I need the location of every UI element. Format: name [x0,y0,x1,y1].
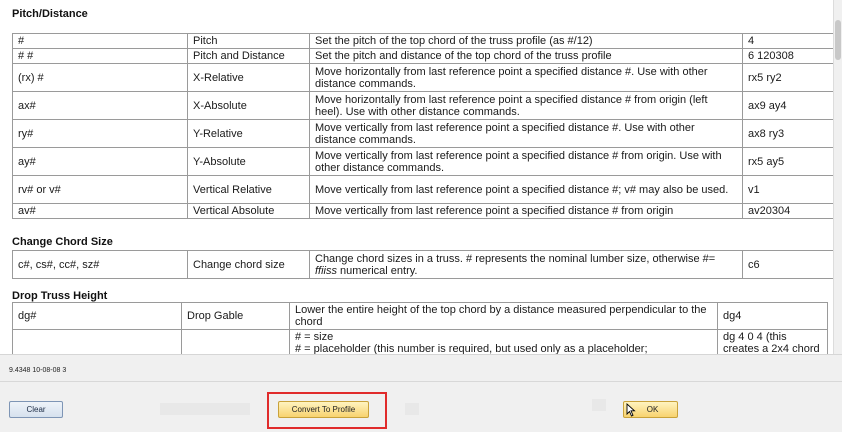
command-description: Move vertically from last reference poin… [309,203,743,219]
command-name: Vertical Relative [187,175,310,204]
section-title-pitch-distance: Pitch/Distance [12,8,88,20]
mouse-pointer-icon [626,403,636,417]
command-example: ax8 ry3 [742,119,841,148]
command-example: v1 [742,175,841,204]
description-line: # = placeholder (this number is required… [295,343,648,354]
vertical-scrollbar[interactable] [833,0,842,354]
command-example: rx5 ay5 [742,147,841,176]
command-example: dg4 [717,302,828,330]
command-name: Y-Absolute [187,147,310,176]
command-description: Set the pitch of the top chord of the tr… [309,33,743,49]
command-description: Change chord sizes in a truss. # represe… [309,250,743,279]
table-row: dg# Drop Gable Lower the entire height o… [12,302,828,330]
table-row: (rx) # X-Relative Move horizontally from l… [12,63,841,92]
description-line: # = size [295,331,334,343]
description-italic-text: ffiiss [315,264,337,277]
table-row: ax# X-Absolute Move horizontally from last… [12,91,841,120]
command-name: Drop Gable [181,302,290,330]
command-code: c#, cs#, cc#, sz# [12,250,188,279]
command-code: ry# [12,119,188,148]
reference-content: Pitch/Distance # Pitch Set the pitch of th… [0,0,842,354]
command-code: ax# [12,91,188,120]
command-name: Pitch and Distance [187,48,310,64]
command-description: Lower the entire height of the top chord… [289,302,718,330]
command-description: Move vertically from last reference poin… [309,175,743,204]
clear-button[interactable]: Clear [9,401,63,418]
command-example: 6 120308 [742,48,841,64]
command-code: dg# [12,302,182,330]
table-row: c#, cs#, cc#, sz# Change chord size Chan… [12,250,841,279]
scrollbar-thumb[interactable] [835,20,841,60]
command-code: rv# or v# [12,175,188,204]
command-name [181,329,290,354]
command-example: rx5 ry2 [742,63,841,92]
section-title-change-chord-size: Change Chord Size [12,236,113,248]
command-description: Set the pitch and distance of the top ch… [309,48,743,64]
command-code: av# [12,203,188,219]
table-row: # # Pitch and Distance Set the pitch and d… [12,48,841,64]
command-name: Change chord size [187,250,310,279]
table-row: ry# Y-Relative Move vertically from last r… [12,119,841,148]
table-row: ay# Y-Absolute Move vertically from last r… [12,147,841,176]
command-code: (rx) # [12,63,188,92]
table-row: rv# or v# Vertical Relative Move verticall… [12,175,841,204]
ok-button-label: OK [646,405,659,414]
pitch-distance-table: # Pitch Set the pitch of the top chord of … [12,33,841,219]
command-example: dg 4 0 4 (this creates a 2x4 chord [717,329,828,354]
command-code: ay# [12,147,188,176]
command-example: av20304 [742,203,841,219]
faded-text-artifact [405,403,419,415]
command-example: ax9 ay4 [742,91,841,120]
convert-to-profile-button[interactable]: Convert To Profile [278,401,369,418]
command-description: # = size # = placeholder (this number is… [289,329,718,354]
command-description: Move horizontally from last reference po… [309,63,743,92]
section-title-drop-truss-height: Drop Truss Height [12,290,108,302]
drop-truss-height-table: dg# Drop Gable Lower the entire height o… [12,302,828,354]
change-chord-size-table: c#, cs#, cc#, sz# Change chord size Chan… [12,250,841,279]
description-text-end: numerical entry. [337,264,418,277]
command-name: X-Absolute [187,91,310,120]
command-name: Vertical Absolute [187,203,310,219]
faded-text-artifact [160,403,250,415]
status-bar: 9.4348 10-08-08 3 [0,364,842,382]
command-name: X-Relative [187,63,310,92]
command-example: c6 [742,250,841,279]
command-code: # [12,33,188,49]
ok-button[interactable]: OK [623,401,678,418]
table-row: # = size # = placeholder (this number is… [12,329,828,354]
command-name: Y-Relative [187,119,310,148]
command-description: Move horizontally from last reference po… [309,91,743,120]
description-text: Change chord sizes in a truss. # represe… [315,252,716,265]
footer-panel: 9.4348 10-08-08 3 Clear Convert To Profi… [0,354,842,432]
faded-text-artifact [592,399,606,411]
command-example: 4 [742,33,841,49]
table-row: # Pitch Set the pitch of the top chord of … [12,33,841,49]
command-description: Move vertically from last reference poin… [309,119,743,148]
table-row: av# Vertical Absolute Move vertically from… [12,203,841,219]
command-description: Move vertically from last reference poin… [309,147,743,176]
command-code [12,329,182,354]
status-text: 9.4348 10-08-08 3 [9,367,67,374]
command-name: Pitch [187,33,310,49]
command-code: # # [12,48,188,64]
